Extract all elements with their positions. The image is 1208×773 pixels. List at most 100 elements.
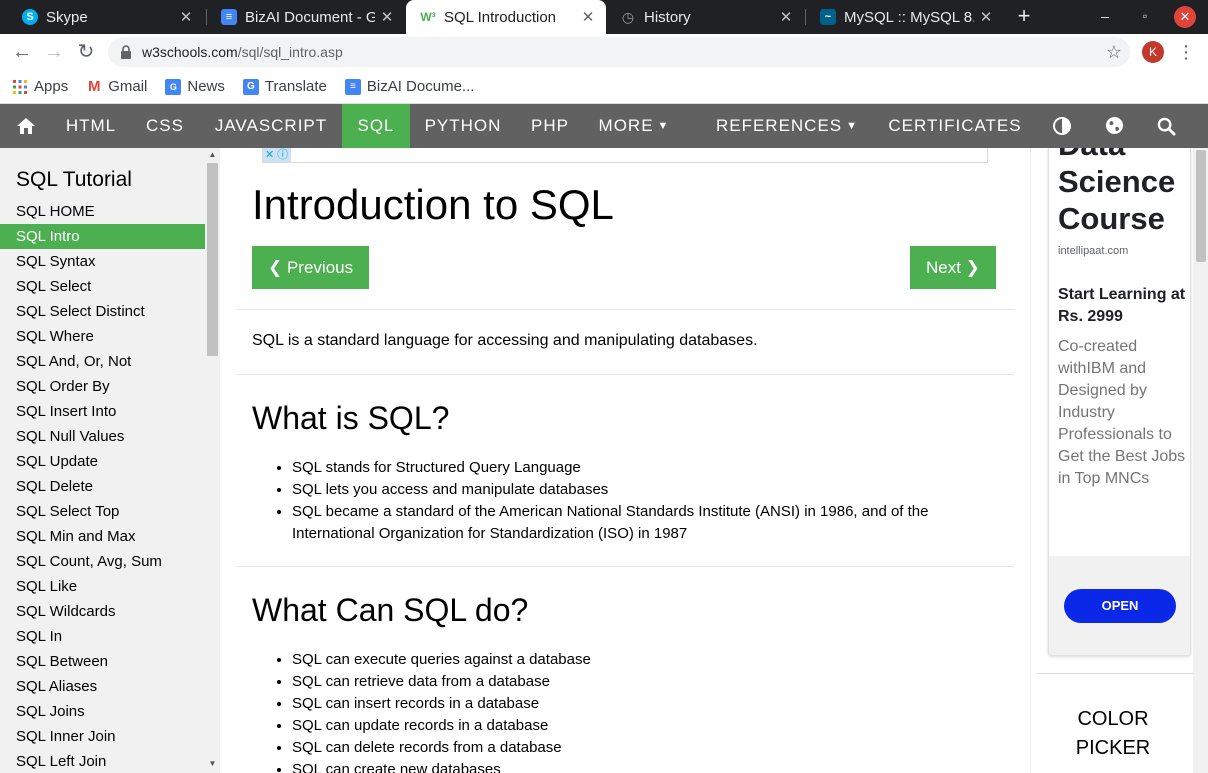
nav-sql[interactable]: SQL [342, 104, 410, 148]
sidebar-item-sql-wildcards[interactable]: SQL Wildcards [0, 599, 205, 624]
bookmark-gmail[interactable]: M Gmail [86, 78, 147, 95]
close-icon[interactable]: ✕ [576, 8, 600, 26]
what-can-sql-do-list: SQL can execute queries against a databa… [292, 649, 992, 773]
nav-html[interactable]: HTML [52, 104, 130, 148]
globe-icon[interactable] [1092, 104, 1136, 148]
sidebar-item-sql-select-distinct[interactable]: SQL Select Distinct [0, 299, 205, 324]
profile-avatar[interactable]: K [1142, 41, 1164, 63]
sidebar-item-sql-intro[interactable]: SQL Intro [0, 224, 205, 249]
sidebar-item-sql-min-max[interactable]: SQL Min and Max [0, 524, 205, 549]
previous-button[interactable]: ❮ Previous [252, 246, 370, 289]
window-close-icon[interactable]: ✕ [1174, 6, 1196, 28]
reload-icon[interactable]: ↻ [72, 38, 100, 66]
tab-bizai-document[interactable]: ≡ BizAI Document - Go ✕ [207, 0, 405, 34]
sidebar-item-sql-where[interactable]: SQL Where [0, 324, 205, 349]
theme-toggle-icon[interactable] [1040, 104, 1084, 148]
page-scrollbar[interactable] [1193, 148, 1208, 773]
close-icon[interactable]: ✕ [774, 8, 798, 26]
what-is-sql-list: SQL stands for Structured Query Language… [292, 457, 992, 545]
tab-title: History [644, 8, 691, 26]
lock-icon [121, 45, 131, 59]
divider [236, 374, 1014, 375]
close-icon[interactable]: ✕ [174, 8, 198, 26]
sidebar-item-sql-like[interactable]: SQL Like [0, 574, 205, 599]
bookmark-bizai-document[interactable]: ≡ BizAI Docume... [344, 78, 474, 95]
tab-title: Skype [46, 8, 88, 26]
sidebar-item-sql-joins[interactable]: SQL Joins [0, 699, 205, 724]
advertisement-card[interactable]: Data Science Course intellipaat.com Star… [1048, 148, 1191, 656]
list-item: SQL can retrieve data from a database [292, 671, 992, 693]
section-heading-what-is-sql: What is SQL? [252, 400, 450, 436]
sidebar-scrollbar[interactable]: ▲ ▼ [205, 148, 220, 773]
tab-sql-introduction[interactable]: W³ SQL Introduction ✕ [406, 0, 606, 34]
sidebar-scrollbar-thumb[interactable] [207, 163, 218, 356]
bookmark-apps[interactable]: Apps [12, 78, 68, 95]
restore-icon[interactable]: ▫ [1133, 4, 1157, 28]
sidebar-item-sql-delete[interactable]: SQL Delete [0, 474, 205, 499]
tab-mysql[interactable]: ~ MySQL :: MySQL 8.0 ✕ [806, 0, 1004, 34]
browser-menu-icon[interactable]: ⋮ [1176, 40, 1196, 64]
apps-grid-icon [13, 79, 27, 94]
right-column: Data Science Course intellipaat.com Star… [1030, 148, 1193, 773]
nav-python[interactable]: PYTHON [410, 104, 516, 148]
bookmark-label: Apps [34, 78, 69, 95]
sidebar-item-sql-syntax[interactable]: SQL Syntax [0, 249, 205, 274]
sidebar-item-sql-count-avg-sum[interactable]: SQL Count, Avg, Sum [0, 549, 205, 574]
close-icon[interactable]: ✕ [375, 8, 399, 26]
sidebar-item-sql-inner-join[interactable]: SQL Inner Join [0, 724, 205, 749]
list-item: SQL can execute queries against a databa… [292, 649, 992, 671]
back-arrow-icon[interactable]: ← [8, 38, 36, 66]
sidebar-item-sql-between[interactable]: SQL Between [0, 649, 205, 674]
search-icon[interactable] [1144, 104, 1188, 148]
docs-icon: ≡ [221, 9, 237, 25]
docs-icon: ≡ [344, 78, 361, 95]
minimize-icon[interactable]: – [1093, 4, 1117, 28]
bookmark-translate[interactable]: G Translate [242, 78, 327, 95]
tab-skype[interactable]: S Skype ✕ [8, 0, 204, 34]
tab-history[interactable]: ◷ History ✕ [606, 0, 804, 34]
list-item: SQL can delete records from a database [292, 737, 992, 759]
next-button[interactable]: Next ❯ [910, 246, 996, 289]
nav-more-label: MORE [598, 116, 654, 135]
sidebar-item-sql-update[interactable]: SQL Update [0, 449, 205, 474]
adchoices-icon[interactable]: ✕ ⓘ [263, 148, 291, 162]
sidebar-item-sql-home[interactable]: SQL HOME [0, 199, 205, 224]
ad-domain: intellipaat.com [1058, 245, 1129, 257]
sidebar-item-sql-insert-into[interactable]: SQL Insert Into [0, 399, 205, 424]
sidebar-item-sql-select[interactable]: SQL Select [0, 274, 205, 299]
sidebar-item-sql-and-or-not[interactable]: SQL And, Or, Not [0, 349, 205, 374]
bookmark-news[interactable]: G News [165, 78, 225, 95]
list-item: SQL can insert records in a database [292, 693, 992, 715]
sidebar-item-sql-in[interactable]: SQL In [0, 624, 205, 649]
nav-javascript[interactable]: JAVASCRIPT [200, 104, 342, 148]
divider [236, 309, 1014, 310]
news-icon: G [165, 78, 182, 95]
list-item: SQL stands for Structured Query Language [292, 457, 992, 479]
sidebar-item-sql-order-by[interactable]: SQL Order By [0, 374, 205, 399]
url-host: w3schools.com [142, 44, 238, 60]
address-bar[interactable]: w3schools.com/sql/sql_intro.asp ☆ [108, 37, 1130, 67]
nav-references[interactable]: REFERENCES ▼ [704, 104, 870, 148]
sidebar-item-sql-null-values[interactable]: SQL Null Values [0, 424, 205, 449]
nav-css[interactable]: CSS [130, 104, 200, 148]
new-tab-plus-icon[interactable]: + [1012, 4, 1036, 28]
scroll-up-arrow-icon[interactable]: ▲ [205, 150, 220, 159]
nav-certificates[interactable]: CERTIFICATES [876, 104, 1034, 148]
scroll-down-arrow-icon[interactable]: ▼ [205, 759, 220, 768]
close-icon[interactable]: ✕ [974, 8, 998, 26]
skype-icon: S [22, 9, 38, 25]
url-path: /sql/sql_intro.asp [237, 44, 343, 60]
divider [236, 566, 1014, 567]
sidebar-item-sql-left-join[interactable]: SQL Left Join [0, 749, 205, 773]
sidebar-item-sql-aliases[interactable]: SQL Aliases [0, 674, 205, 699]
translate-icon: G [242, 78, 259, 95]
page-scrollbar-thumb[interactable] [1196, 150, 1206, 262]
sidebar-item-sql-select-top[interactable]: SQL Select Top [0, 499, 205, 524]
forward-arrow-icon[interactable]: → [40, 38, 68, 66]
nav-more[interactable]: MORE ▼ [584, 104, 684, 148]
ad-open-button[interactable]: OPEN [1064, 589, 1176, 623]
bookmark-star-icon[interactable]: ☆ [1106, 42, 1122, 63]
section-heading-what-can-sql-do: What Can SQL do? [252, 592, 529, 628]
nav-php[interactable]: PHP [516, 104, 584, 148]
home-icon[interactable] [0, 104, 52, 148]
